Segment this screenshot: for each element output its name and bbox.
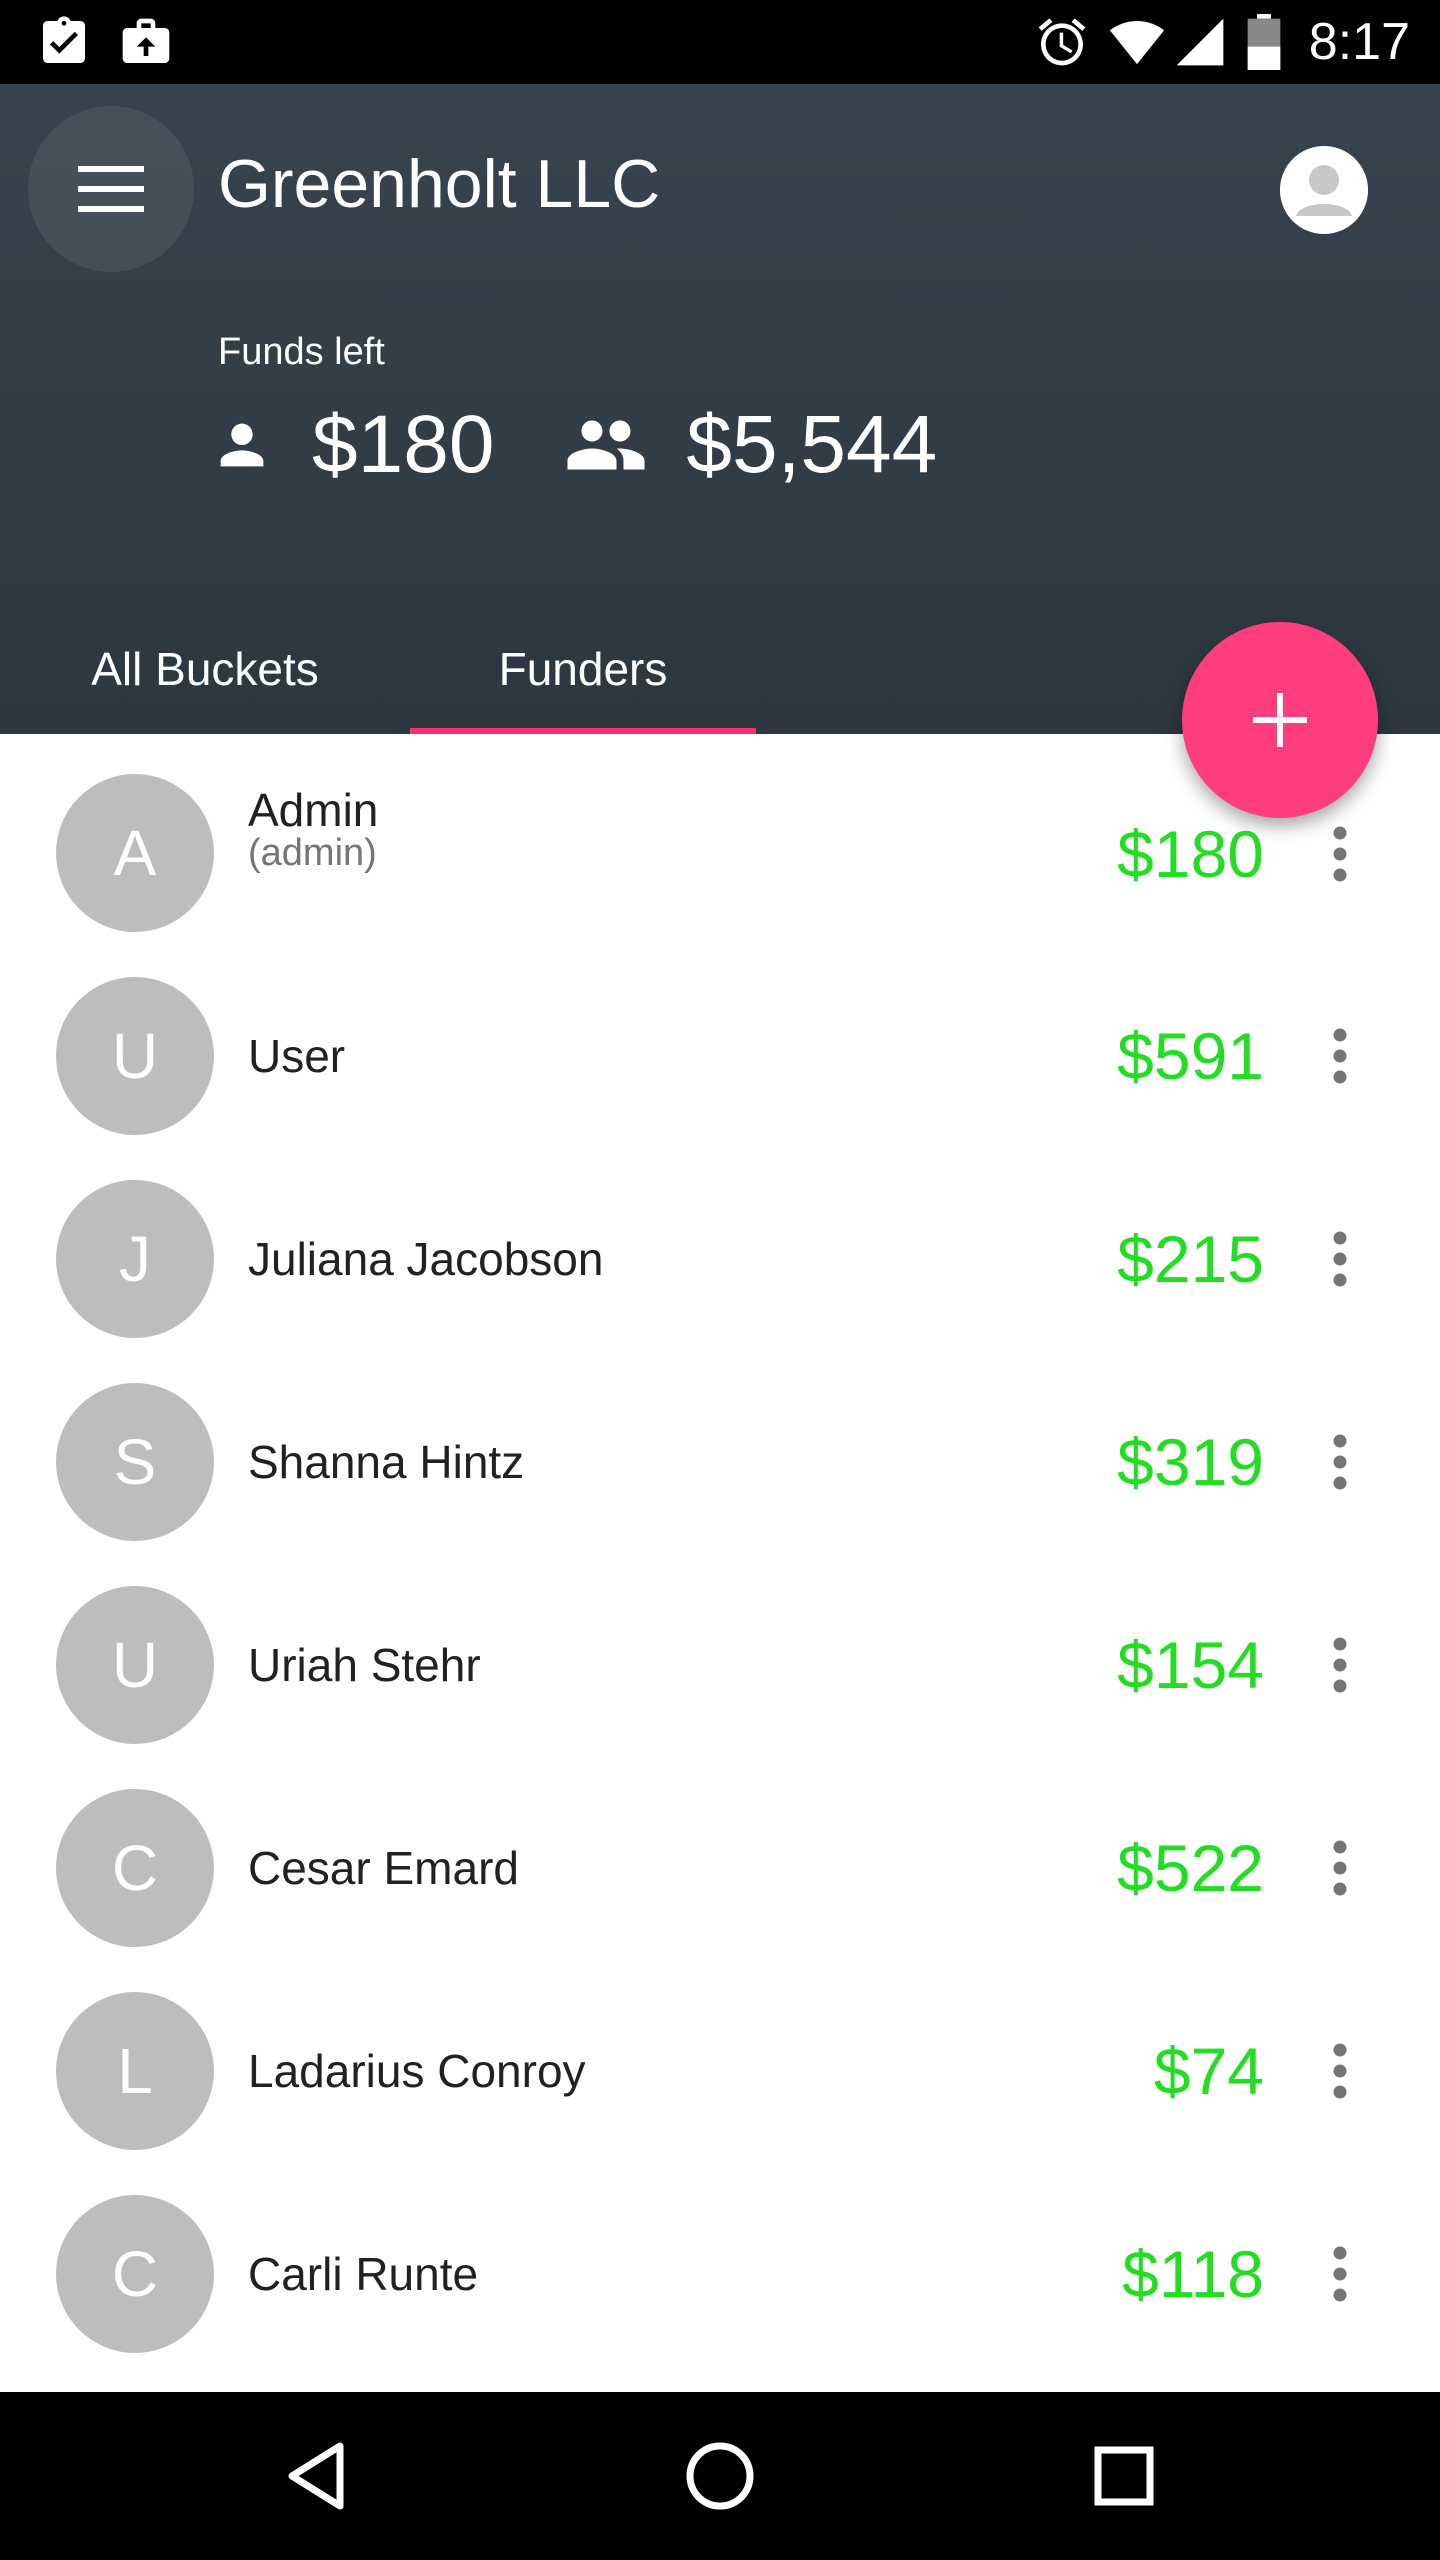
system-nav-bar <box>0 2392 1440 2560</box>
status-bar: 8:17 <box>0 0 1440 84</box>
more-vert-icon <box>1333 1637 1347 1693</box>
funder-list: A Admin (admin) $180 U User $591 J Julia… <box>0 734 1440 2392</box>
more-vert-icon <box>1333 1231 1347 1287</box>
funds-summary: $180 $5,544 <box>210 390 937 500</box>
more-options-button[interactable] <box>1310 1209 1370 1309</box>
funder-row[interactable]: C Cesar Emard $522 <box>0 1749 1440 1952</box>
briefcase-upload-icon <box>122 18 170 64</box>
funder-row[interactable]: J Juliana Jacobson $215 <box>0 1140 1440 1343</box>
more-options-button[interactable] <box>1310 804 1370 904</box>
funder-role: (admin) <box>248 832 377 874</box>
more-options-button[interactable] <box>1310 1818 1370 1918</box>
funder-amount: $118 <box>1122 2237 1264 2311</box>
more-options-button[interactable] <box>1310 1412 1370 1512</box>
personal-funds-amount: $180 <box>312 399 495 490</box>
clipboard-check-icon <box>43 16 85 63</box>
tab-funders[interactable]: Funders <box>410 604 756 734</box>
alarm-icon <box>1038 18 1086 66</box>
funder-name: Carli Runte <box>248 2248 479 2300</box>
funder-avatar: J <box>56 1180 214 1338</box>
tab-all-buckets[interactable]: All Buckets <box>40 604 370 734</box>
funder-amount: $215 <box>1117 1222 1264 1296</box>
recents-square-icon <box>1094 2446 1154 2506</box>
funder-amount: $180 <box>1117 817 1264 891</box>
funder-row[interactable]: U User $591 <box>0 937 1440 1140</box>
funder-row[interactable]: L Ladarius Conroy $74 <box>0 1952 1440 2155</box>
back-triangle-icon <box>288 2442 344 2510</box>
status-time: 8:17 <box>1308 13 1410 71</box>
funder-amount: $522 <box>1117 1831 1264 1905</box>
funder-avatar: C <box>56 1789 214 1947</box>
group-funds-amount: $5,544 <box>686 399 938 490</box>
funder-row[interactable]: C Carli Runte $118 <box>0 2155 1440 2358</box>
funder-avatar: U <box>56 977 214 1135</box>
funder-avatar: A <box>56 774 214 932</box>
wifi-icon <box>1109 21 1165 65</box>
more-vert-icon <box>1333 1840 1347 1896</box>
funder-amount: $74 <box>1153 2034 1264 2108</box>
nav-home-button[interactable] <box>670 2426 770 2526</box>
funder-amount: $591 <box>1117 1019 1264 1093</box>
more-vert-icon <box>1333 826 1347 882</box>
more-vert-icon <box>1333 2043 1347 2099</box>
more-options-button[interactable] <box>1310 2224 1370 2324</box>
funder-row[interactable]: S Shanna Hintz $319 <box>0 1343 1440 1546</box>
home-circle-icon <box>686 2442 754 2510</box>
cell-signal-icon <box>1176 18 1224 66</box>
more-options-button[interactable] <box>1310 2021 1370 2121</box>
more-vert-icon <box>1333 2246 1347 2302</box>
more-vert-icon <box>1333 1434 1347 1490</box>
nav-recents-button[interactable] <box>1074 2426 1174 2526</box>
account-avatar-icon <box>1280 146 1368 234</box>
funder-avatar: U <box>56 1586 214 1744</box>
funder-amount: $154 <box>1117 1628 1264 1702</box>
funder-name: User <box>248 1030 346 1082</box>
funder-amount: $319 <box>1117 1425 1264 1499</box>
group-icon <box>567 420 645 470</box>
account-avatar-button[interactable] <box>1280 146 1368 234</box>
funder-avatar: S <box>56 1383 214 1541</box>
funder-avatar: C <box>56 2195 214 2353</box>
app-header: Greenholt LLC Funds left $180 $5,544 All… <box>0 84 1440 734</box>
battery-icon <box>1247 14 1281 70</box>
hamburger-menu-icon <box>78 166 144 212</box>
funder-name: Ladarius Conroy <box>248 2045 586 2097</box>
funds-left-label: Funds left <box>218 331 385 373</box>
more-options-button[interactable] <box>1310 1006 1370 1106</box>
funder-name: Uriah Stehr <box>248 1639 481 1691</box>
funder-name: Shanna Hintz <box>248 1436 525 1488</box>
funder-row[interactable]: U Uriah Stehr $154 <box>0 1546 1440 1749</box>
more-options-button[interactable] <box>1310 1615 1370 1715</box>
funder-row[interactable]: A Admin (admin) $180 <box>0 734 1440 937</box>
menu-button[interactable] <box>28 106 194 272</box>
org-title: Greenholt LLC <box>218 146 661 222</box>
nav-back-button[interactable] <box>266 2426 366 2526</box>
funder-name: Cesar Emard <box>248 1842 519 1894</box>
funder-name: Juliana Jacobson <box>248 1233 604 1285</box>
person-icon <box>220 423 264 467</box>
more-vert-icon <box>1333 1028 1347 1084</box>
funder-avatar: L <box>56 1992 214 2150</box>
